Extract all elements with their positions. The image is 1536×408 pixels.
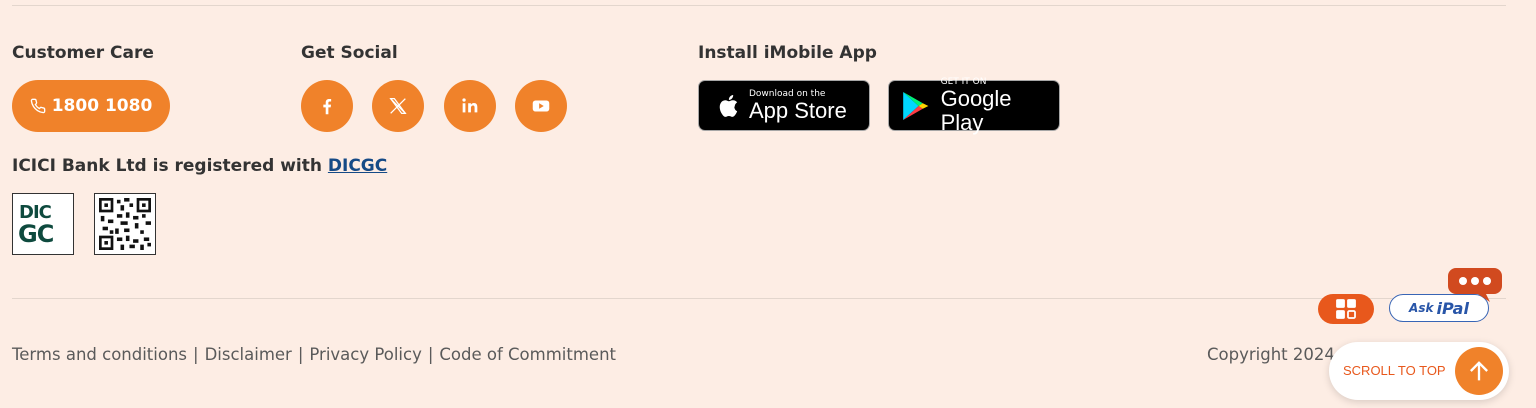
scroll-to-top-label: SCROLL TO TOP [1343, 363, 1446, 378]
separator: | [427, 345, 434, 364]
google-play-small-text: GET IT ON [940, 76, 987, 87]
facebook-link[interactable] [301, 80, 353, 132]
linkedin-link[interactable] [444, 80, 496, 132]
customer-care-heading: Customer Care [12, 43, 154, 63]
disclaimer-link[interactable]: Disclaimer [205, 345, 292, 364]
install-app-heading: Install iMobile App [698, 43, 877, 63]
dicgc-link[interactable]: DICGC [328, 156, 387, 176]
copyright-text: Copyright 2024 [1207, 345, 1335, 364]
scroll-to-top-circle[interactable] [1455, 347, 1503, 395]
code-of-commitment-link[interactable]: Code of Commitment [439, 345, 616, 364]
separator: | [193, 345, 199, 364]
get-social-heading: Get Social [301, 43, 398, 63]
dicgc-logo[interactable]: DIC GC [12, 193, 74, 255]
terms-link[interactable]: Terms and conditions [12, 345, 187, 364]
footer-links: Terms and conditions | Disclaimer | Privacy … [12, 345, 616, 364]
google-play-icon [903, 91, 929, 120]
grid-icon [1336, 299, 1356, 319]
ask-ipal-prefix: Ask [1409, 301, 1434, 315]
privacy-policy-link[interactable]: Privacy Policy [309, 345, 421, 364]
youtube-icon [532, 100, 550, 112]
arrow-up-icon [1470, 361, 1488, 381]
customer-care-phone-button[interactable]: 1800 1080 [12, 80, 170, 132]
app-store-badge[interactable]: Download on the App Store [698, 80, 870, 131]
google-play-large-text: Google Play [940, 85, 1012, 135]
x-twitter-icon [389, 98, 407, 114]
scroll-to-top-button[interactable]: SCROLL TO TOP [1329, 342, 1509, 400]
app-store-large-text: App Store [749, 97, 847, 123]
dicgc-statement: ICICI Bank Ltd is registered with [12, 156, 328, 176]
bottom-divider [12, 298, 1506, 299]
apple-icon [719, 94, 738, 117]
separator: | [297, 345, 304, 364]
customer-care-phone-number: 1800 1080 [51, 96, 153, 116]
dicgc-logo-bottom: GC [18, 220, 54, 248]
linkedin-icon [462, 98, 478, 113]
app-store-small-text: Download on the [749, 88, 826, 99]
youtube-link[interactable] [515, 80, 567, 132]
top-divider [12, 5, 1506, 6]
chat-bubble-icon[interactable] [1448, 268, 1502, 302]
facebook-icon [323, 98, 332, 115]
dicgc-registration-text: ICICI Bank Ltd is registered with DICGC [12, 156, 387, 176]
qr-code[interactable] [94, 193, 156, 255]
phone-icon [30, 98, 46, 114]
x-twitter-link[interactable] [372, 80, 424, 132]
google-play-badge[interactable]: GET IT ON Google Play [888, 76, 1060, 134]
qr-code-icon [99, 198, 151, 250]
quick-menu-button[interactable] [1318, 294, 1374, 324]
